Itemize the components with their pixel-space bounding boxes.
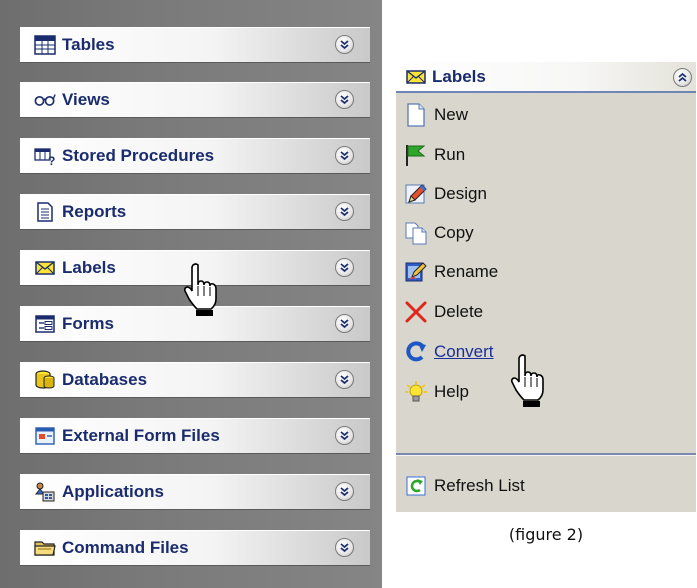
section-label: Tables [62,35,115,54]
labels-menu-header[interactable]: Labels [396,62,696,93]
menu-header-label: Labels [432,66,486,86]
section-label: Command Files [62,538,189,557]
red-x-icon [404,300,428,324]
menu-item-refresh-list[interactable]: Refresh List [404,471,525,501]
menu-item-label: Refresh List [434,476,525,495]
menu-item-convert[interactable]: Convert [404,337,494,367]
applications-section-bar[interactable]: Applications [20,474,370,510]
section-label: Forms [62,314,114,333]
expand-chevron-icon[interactable] [335,370,354,389]
expand-chevron-icon[interactable] [335,426,354,445]
menu-item-help[interactable]: Help [404,377,469,407]
expand-chevron-icon[interactable] [335,314,354,333]
menu-item-label: Delete [434,302,484,321]
collapse-chevron-icon[interactable] [673,68,692,87]
form-window-icon [34,313,56,335]
expand-chevron-icon[interactable] [335,90,354,109]
menu-item-copy[interactable]: Copy [404,218,474,248]
hand-pointer-cursor-icon [510,354,544,407]
table-grid-icon [34,34,56,56]
menu-item-run[interactable]: Run [404,140,465,170]
expand-chevron-icon[interactable] [335,146,354,165]
menu-separator [396,453,696,456]
stored-procedure-icon: ? [34,145,56,167]
labels-task-menu: Labels New Run Design Copy Rename Delete… [396,62,696,512]
pencil-icon [404,182,428,206]
menu-item-rename[interactable]: Rename [404,257,498,287]
expand-chevron-icon[interactable] [335,538,354,557]
copy-pages-icon [404,221,428,245]
command-files-section-bar[interactable]: Command Files [20,530,370,566]
menu-item-delete[interactable]: Delete [404,297,483,327]
database-cylinder-icon [34,369,56,391]
section-label: Views [62,90,110,109]
refresh-icon [404,474,428,498]
menu-item-label: Help [434,382,469,401]
tables-section-bar[interactable]: Tables [20,27,370,63]
expand-chevron-icon[interactable] [335,482,354,501]
menu-item-label: New [434,105,469,124]
menu-item-label: Run [434,145,466,164]
glasses-icon [34,89,56,111]
green-flag-icon [404,143,428,167]
applications-icon [34,481,56,503]
section-label: Applications [62,482,165,501]
expand-chevron-icon[interactable] [335,202,354,221]
external-form-files-section-bar[interactable]: External Form Files [20,418,370,454]
envelope-icon [34,257,56,279]
lightbulb-icon [404,380,428,404]
envelope-icon [404,67,428,87]
report-document-icon [34,201,56,223]
stored-procedures-section-bar[interactable]: ? Stored Procedures [20,138,370,174]
databases-section-bar[interactable]: Databases [20,362,370,398]
section-label: Labels [62,258,116,277]
section-label: Stored Procedures [62,146,215,165]
folder-icon [34,537,56,559]
menu-item-label: Design [434,184,487,203]
svg-text:?: ? [48,154,55,166]
section-label: Databases [62,370,148,389]
menu-item-label: Copy [434,223,474,242]
menu-item-label[interactable]: Convert [434,342,494,362]
section-label: External Form Files [62,426,220,445]
expand-chevron-icon[interactable] [335,258,354,277]
explorer-panel: Tables Views ? Stored Procedures Reports… [0,0,382,588]
convert-arrow-icon [404,340,428,364]
menu-item-design[interactable]: Design [404,179,487,209]
rename-icon [404,260,428,284]
figure-caption: (figure 2) [508,525,584,544]
external-form-icon [34,425,56,447]
expand-chevron-icon[interactable] [335,35,354,54]
reports-section-bar[interactable]: Reports [20,194,370,230]
views-section-bar[interactable]: Views [20,82,370,118]
hand-pointer-cursor-icon [183,263,217,316]
menu-item-label: Rename [434,262,499,281]
menu-item-new[interactable]: New [404,100,468,130]
new-page-icon [404,103,428,127]
section-label: Reports [62,202,127,221]
